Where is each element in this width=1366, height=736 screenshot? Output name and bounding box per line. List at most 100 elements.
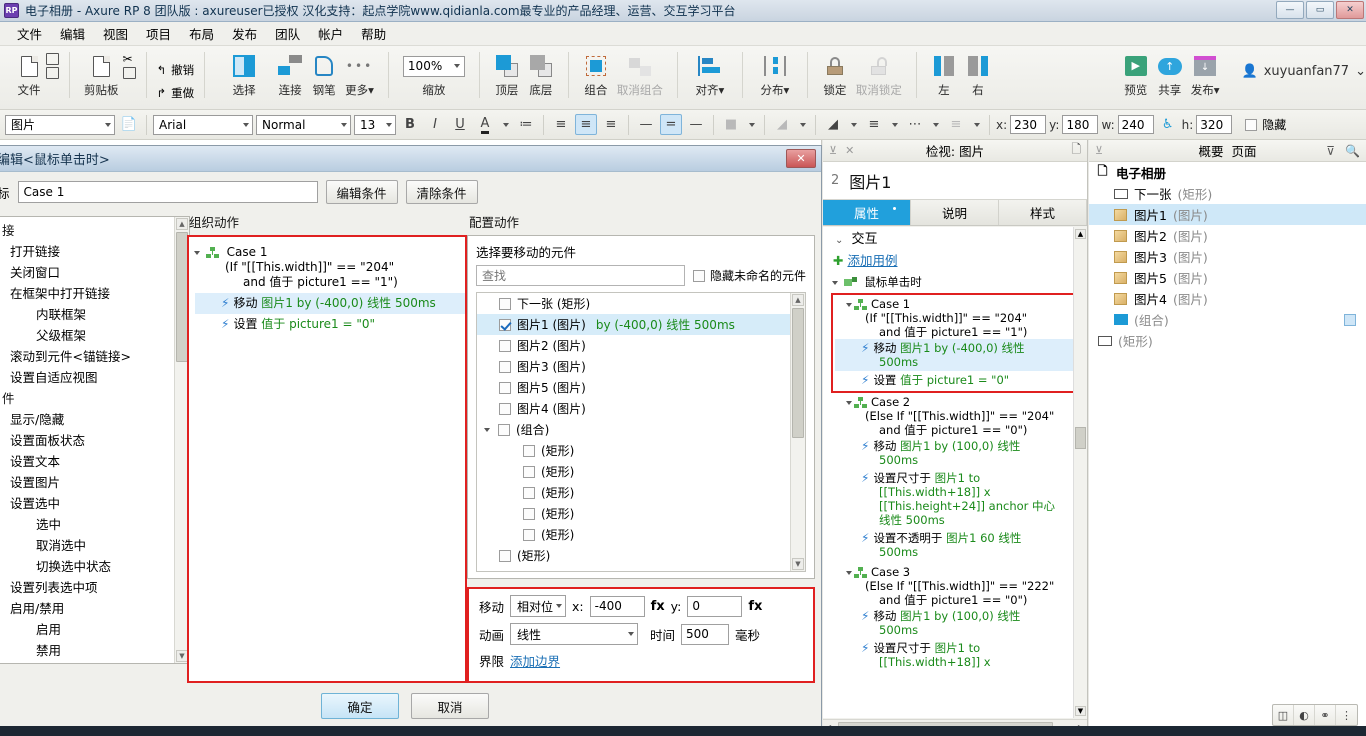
widget-list-row[interactable]: (矩形) bbox=[477, 524, 805, 545]
widget-list-row[interactable]: 图片3 (图片) bbox=[477, 356, 805, 377]
outline-root-row[interactable]: 🗋 电子相册 bbox=[1089, 162, 1366, 183]
action-library-item[interactable]: 设置列表选中项 bbox=[0, 577, 189, 598]
widget-list-row[interactable]: 图片5 (图片) bbox=[477, 377, 805, 398]
right-pane-button[interactable]: 右 bbox=[961, 48, 995, 98]
outline-row[interactable]: (矩形) bbox=[1089, 330, 1366, 351]
distribute-button[interactable]: 分布▾ bbox=[753, 48, 797, 98]
widget-checkbox[interactable] bbox=[499, 549, 511, 562]
underline-button[interactable]: U bbox=[449, 114, 471, 135]
action-library-item[interactable]: 启用/禁用 bbox=[0, 598, 189, 619]
menu-item-publish[interactable]: 发布 bbox=[223, 22, 266, 45]
scroll-down-arrow[interactable]: ▼ bbox=[1075, 706, 1086, 716]
undo-button[interactable]: ↰ 撤销 bbox=[157, 62, 195, 78]
expand-triangle-icon[interactable] bbox=[846, 302, 852, 307]
h-input[interactable] bbox=[1196, 115, 1233, 134]
publish-button[interactable]: ↓ 发布▾ bbox=[1187, 48, 1224, 98]
expand-triangle-icon[interactable] bbox=[194, 250, 200, 255]
menu-item-account[interactable]: 帐户 bbox=[309, 22, 352, 45]
align-right-button[interactable]: ≡ bbox=[600, 114, 622, 135]
action-library-item[interactable]: 选中 bbox=[0, 514, 189, 535]
widget-checkbox[interactable] bbox=[499, 360, 511, 373]
tab-style[interactable]: 样式 bbox=[999, 200, 1087, 225]
case-header-row[interactable]: Case 1 bbox=[835, 297, 1079, 311]
widget-type-select[interactable]: 图片 bbox=[5, 114, 115, 135]
line-width-caret-icon[interactable] bbox=[888, 114, 901, 135]
group-button[interactable]: 组合 bbox=[579, 48, 613, 98]
widget-checkbox[interactable] bbox=[523, 465, 535, 478]
anim-select[interactable]: 线性 bbox=[510, 623, 639, 645]
line-color-button[interactable]: ◢ bbox=[822, 114, 844, 135]
widget-list-row[interactable]: 图片2 (图片) bbox=[477, 335, 805, 356]
fx-x-button[interactable]: fx bbox=[651, 599, 665, 614]
fill-color-button[interactable]: ■ bbox=[720, 114, 742, 135]
lock-aspect-icon[interactable]: ♿ bbox=[1157, 114, 1179, 135]
add-bound-link[interactable]: 添加边界 bbox=[510, 651, 560, 670]
close-button[interactable]: ✕ bbox=[1336, 1, 1364, 19]
widget-checkbox[interactable] bbox=[499, 339, 511, 352]
action-library-item[interactable]: 打开链接 bbox=[0, 241, 189, 262]
lock-button[interactable]: 锁定 bbox=[818, 48, 852, 98]
h-field[interactable]: h: bbox=[1182, 115, 1233, 134]
widget-list-row[interactable]: 图片1 (图片) by (-400,0) 线性 500ms bbox=[477, 314, 805, 335]
grid-icon[interactable]: ⋮ bbox=[1336, 705, 1357, 725]
redo-button[interactable]: ↱ 重做 bbox=[157, 85, 195, 101]
hidden-checkbox[interactable] bbox=[1245, 118, 1258, 131]
action-library-item[interactable]: 父级框架 bbox=[0, 325, 189, 346]
action-library-item[interactable]: 在框架中打开链接 bbox=[0, 283, 189, 304]
action-library-list[interactable]: 接打开链接 关闭窗口 在框架中打开链接 内联框架 父级框架 滚动到元件<锚链接> 设置自适应… bbox=[0, 216, 190, 664]
widget-name[interactable]: 图片1 bbox=[849, 169, 891, 193]
menu-item-layout[interactable]: 布局 bbox=[180, 22, 223, 45]
menu-item-view[interactable]: 视图 bbox=[94, 22, 137, 45]
tab-notes[interactable]: 说明 bbox=[911, 200, 999, 225]
action-library-item[interactable]: 设置自适应视图 bbox=[0, 367, 189, 388]
edit-condition-button[interactable]: 编辑条件 bbox=[325, 180, 398, 204]
widget-list-row[interactable]: (矩形) bbox=[477, 545, 805, 566]
action-library-item[interactable]: 设置面板状态 bbox=[0, 430, 189, 451]
zoom-select[interactable]: 100% bbox=[402, 55, 465, 77]
case-action-row[interactable]: ⚡ 设置不透明于 图片1 60 线性 500ms bbox=[835, 529, 1087, 561]
case-header-row[interactable]: Case 3 bbox=[835, 565, 1087, 579]
menu-item-edit[interactable]: 编辑 bbox=[51, 22, 94, 45]
interaction-case[interactable]: Case 1 (If "[[This.width]]" == "204" and 值… bbox=[831, 293, 1081, 393]
font-family-select[interactable]: Arial bbox=[153, 114, 253, 135]
widget-checkbox[interactable] bbox=[499, 381, 511, 394]
x-input[interactable] bbox=[1010, 115, 1047, 134]
action-library-item[interactable]: 滚动到元件<锚链接> bbox=[0, 346, 189, 367]
file-button[interactable]: 文件 bbox=[12, 48, 46, 98]
arrow-style-caret-icon[interactable] bbox=[970, 114, 983, 135]
tab-properties[interactable]: 属性 bbox=[823, 200, 911, 225]
scroll-thumb[interactable] bbox=[792, 308, 804, 438]
fill-caret-icon[interactable] bbox=[745, 114, 758, 135]
pin-icon[interactable]: ⊻ bbox=[1095, 144, 1103, 157]
select-tool-button[interactable]: 选择 bbox=[215, 48, 273, 98]
widget-checkbox[interactable] bbox=[523, 486, 535, 499]
ok-button[interactable]: 确定 bbox=[321, 693, 399, 719]
action-library-item[interactable]: 切换选中状态 bbox=[0, 556, 189, 577]
case-name-input[interactable] bbox=[17, 181, 318, 203]
interaction-case[interactable]: Case 3 (Else If "[[This.width]]" == "222"… bbox=[829, 563, 1087, 673]
widget-checkbox[interactable] bbox=[523, 444, 535, 457]
document-icon[interactable]: 🗋 bbox=[1071, 140, 1081, 161]
line-width-button[interactable]: ≡ bbox=[863, 114, 885, 135]
w-field[interactable]: w: bbox=[1101, 115, 1154, 134]
interaction-case[interactable]: Case 2 (Else If "[[This.width]]" == "204"… bbox=[829, 393, 1087, 563]
action-library-item[interactable]: 内联框架 bbox=[0, 304, 189, 325]
line-style-caret-icon[interactable] bbox=[929, 114, 942, 135]
scroll-thumb[interactable] bbox=[1075, 427, 1086, 449]
widget-list-row[interactable]: (组合) bbox=[477, 419, 805, 440]
more-tools-button[interactable]: ••• 更多▾ bbox=[341, 48, 378, 98]
action-library-item[interactable]: 设置图片 bbox=[0, 472, 189, 493]
org-case-row[interactable]: Case 1 bbox=[194, 245, 465, 260]
ungroup-button[interactable]: 取消组合 bbox=[613, 48, 667, 98]
scroll-down-arrow[interactable]: ▼ bbox=[792, 558, 804, 570]
key-icon[interactable]: ⚭ bbox=[1315, 705, 1336, 725]
case-action-row[interactable]: ⚡ 移动 图片1 by (100,0) 线性 500ms bbox=[835, 607, 1087, 639]
case-action-row[interactable]: ⚡ 设置尺寸于 图片1 to [[This.width+18]] x bbox=[835, 639, 1087, 671]
y-input[interactable] bbox=[1062, 115, 1099, 134]
outline-row[interactable]: 图片2 (图片) bbox=[1089, 225, 1366, 246]
clipboard-button[interactable]: 剪贴板 bbox=[80, 48, 123, 98]
dialog-close-button[interactable]: ✕ bbox=[786, 149, 816, 168]
widget-search-input[interactable] bbox=[476, 265, 685, 286]
menu-item-team[interactable]: 团队 bbox=[266, 22, 309, 45]
preview-button[interactable]: ▶ 预览 bbox=[1119, 48, 1153, 98]
